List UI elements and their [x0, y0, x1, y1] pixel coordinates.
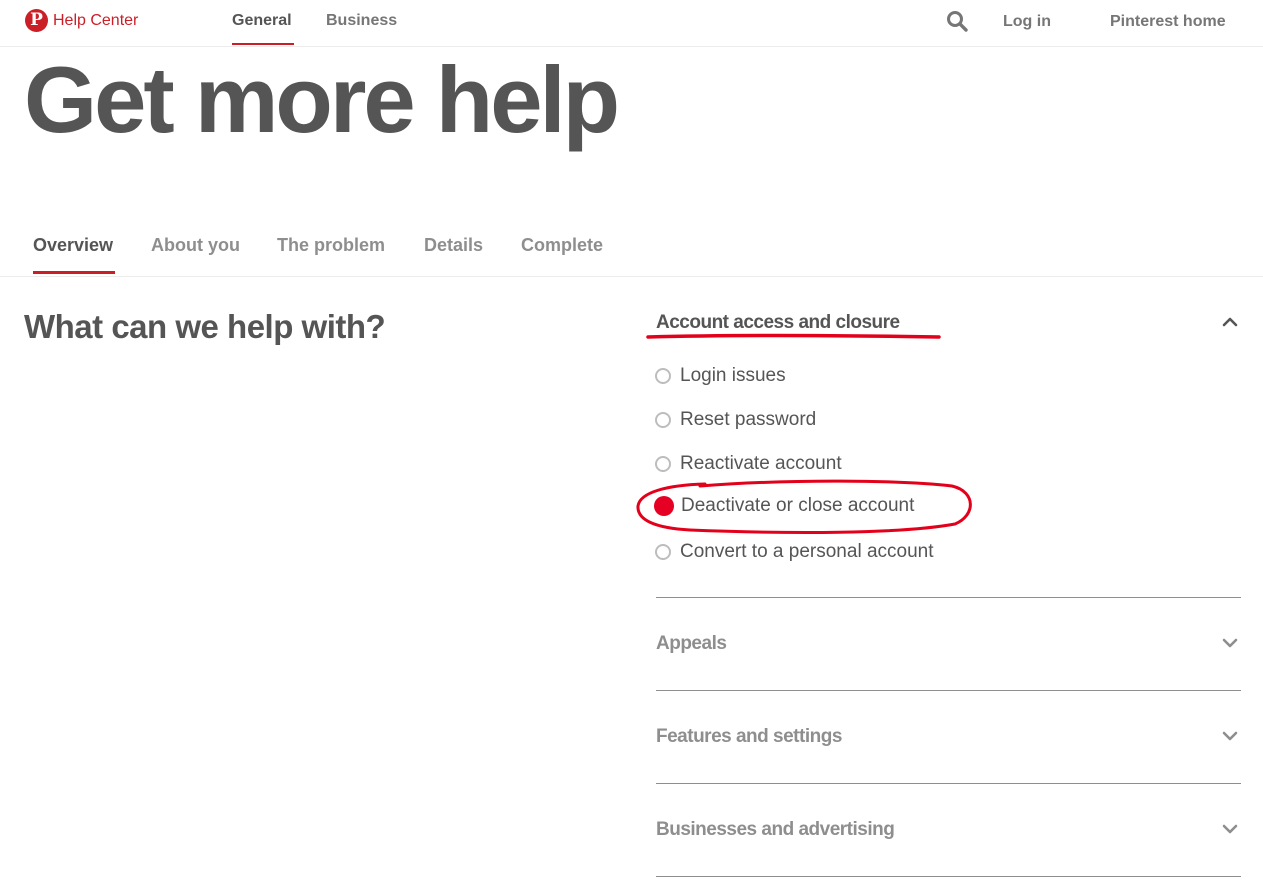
- nav-business[interactable]: Business: [326, 12, 397, 30]
- help-center-label: Help Center: [53, 11, 139, 29]
- step-tabs: Overview About you The problem Details C…: [0, 224, 1263, 277]
- page-title: Get more help: [24, 47, 620, 152]
- divider: [656, 783, 1241, 784]
- category-account-access-header[interactable]: Account access and closure: [656, 312, 900, 334]
- chevron-down-icon[interactable]: [1221, 730, 1239, 742]
- category-appeals-header[interactable]: Appeals: [656, 633, 727, 655]
- option-label: Reset password: [680, 409, 817, 430]
- annotation-underline: [646, 333, 941, 339]
- login-link[interactable]: Log in: [1003, 13, 1051, 31]
- step-overview[interactable]: Overview: [33, 235, 113, 256]
- step-complete[interactable]: Complete: [521, 235, 603, 256]
- option-label: Login issues: [680, 365, 786, 386]
- divider: [656, 690, 1241, 691]
- top-bar: P Help Center General Business Log in Pi…: [0, 0, 1263, 47]
- option-reset-password[interactable]: Reset password: [654, 409, 816, 431]
- option-login-issues[interactable]: Login issues: [654, 365, 786, 387]
- pinterest-home-link[interactable]: Pinterest home: [1110, 13, 1226, 31]
- option-reactivate-account[interactable]: Reactivate account: [654, 453, 842, 475]
- chevron-up-icon[interactable]: [1221, 316, 1239, 328]
- option-label: Reactivate account: [680, 453, 842, 474]
- radio-button[interactable]: [655, 456, 671, 472]
- radio-button[interactable]: [655, 544, 671, 560]
- radio-button-selected[interactable]: [654, 496, 674, 516]
- step-the-problem[interactable]: The problem: [277, 235, 385, 256]
- option-deactivate-or-close-account[interactable]: Deactivate or close account: [654, 495, 914, 517]
- step-details[interactable]: Details: [424, 235, 483, 256]
- radio-button[interactable]: [655, 368, 671, 384]
- divider: [656, 876, 1241, 877]
- category-features-and-settings-header[interactable]: Features and settings: [656, 726, 842, 748]
- chevron-down-icon[interactable]: [1221, 823, 1239, 835]
- help-center-home-link[interactable]: P Help Center: [25, 9, 138, 32]
- search-icon[interactable]: [946, 10, 968, 32]
- option-label: Convert to a personal account: [680, 541, 934, 562]
- pinterest-logo-icon: P: [25, 9, 48, 32]
- category-businesses-and-advertising-header[interactable]: Businesses and advertising: [656, 819, 895, 841]
- chevron-down-icon[interactable]: [1221, 637, 1239, 649]
- option-convert-to-personal-account[interactable]: Convert to a personal account: [654, 541, 934, 563]
- step-about-you[interactable]: About you: [151, 235, 240, 256]
- option-label: Deactivate or close account: [681, 495, 915, 516]
- active-nav-indicator: [232, 43, 294, 45]
- radio-button[interactable]: [655, 412, 671, 428]
- active-step-indicator: [33, 271, 115, 274]
- divider: [656, 597, 1241, 598]
- nav-general[interactable]: General: [232, 12, 292, 30]
- section-question: What can we help with?: [24, 308, 386, 345]
